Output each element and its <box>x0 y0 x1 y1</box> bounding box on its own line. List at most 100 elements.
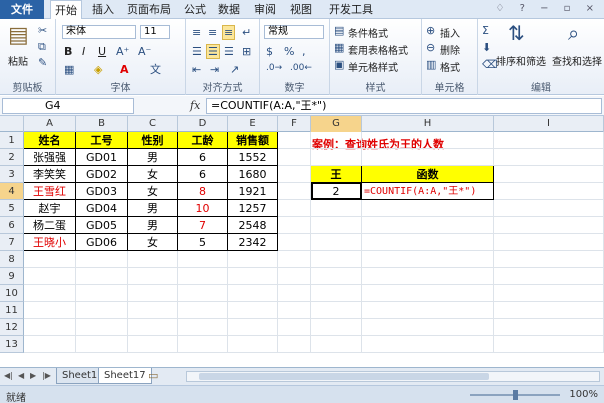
cell-styles-icon[interactable]: ▣ <box>334 59 344 70</box>
col-header-b[interactable]: B <box>76 116 128 132</box>
cell-f3[interactable] <box>278 166 311 183</box>
cell-i3[interactable] <box>494 166 604 183</box>
table-header-3[interactable]: 性别 <box>128 132 178 149</box>
tab-file[interactable]: 文件 <box>0 0 44 19</box>
border-icon[interactable]: ▦ <box>64 64 74 75</box>
cell-d10[interactable] <box>178 285 228 302</box>
cell-g1[interactable] <box>311 132 362 149</box>
row-header-12[interactable]: 12 <box>0 319 24 336</box>
comma-icon[interactable]: , <box>302 46 306 57</box>
cell-styles-button[interactable]: 单元格样式 <box>348 59 398 74</box>
cell-i8[interactable] <box>494 251 604 268</box>
cell-h5[interactable] <box>362 200 494 217</box>
font-shrink-icon[interactable]: A⁻ <box>138 46 151 57</box>
font-grow-icon[interactable]: A⁺ <box>116 46 129 57</box>
cell-h10[interactable] <box>362 285 494 302</box>
cell-f7[interactable] <box>278 234 311 251</box>
cell-h8[interactable] <box>362 251 494 268</box>
table-cell[interactable]: 赵宇 <box>24 200 76 217</box>
cell-i12[interactable] <box>494 319 604 336</box>
increase-indent-icon[interactable]: ⇥ <box>210 64 219 75</box>
cell-g11[interactable] <box>311 302 362 319</box>
orientation-icon[interactable]: ↗ <box>230 64 239 75</box>
cell-e9[interactable] <box>228 268 278 285</box>
cell-a10[interactable] <box>24 285 76 302</box>
decrease-indent-icon[interactable]: ⇤ <box>192 64 201 75</box>
cell-b12[interactable] <box>76 319 128 336</box>
cell-c11[interactable] <box>128 302 178 319</box>
prev-sheet-icon[interactable]: ◀ <box>18 371 24 380</box>
cell-g2[interactable] <box>311 149 362 166</box>
cell-h7[interactable] <box>362 234 494 251</box>
table-cell[interactable]: GD02 <box>76 166 128 183</box>
sort-filter-icon[interactable]: ⇅ <box>508 23 525 43</box>
cell-g8[interactable] <box>311 251 362 268</box>
cell-i4[interactable] <box>494 183 604 200</box>
formula-input[interactable]: =COUNTIF(A:A,"王*") <box>206 98 602 114</box>
table-cell[interactable]: 6 <box>178 149 228 166</box>
table-cell[interactable]: 10 <box>178 200 228 217</box>
col-header-h[interactable]: H <box>362 116 494 132</box>
delete-icon[interactable]: ⊖ <box>426 42 435 53</box>
cell-d9[interactable] <box>178 268 228 285</box>
cell-e11[interactable] <box>228 302 278 319</box>
cell-i11[interactable] <box>494 302 604 319</box>
conditional-format-icon[interactable]: ▤ <box>334 25 344 36</box>
col-header-g[interactable]: G <box>311 116 362 132</box>
sheet-tab-sheet17[interactable]: Sheet17 <box>98 368 152 384</box>
table-cell[interactable]: 1680 <box>228 166 278 183</box>
conditional-format-button[interactable]: 条件格式 <box>348 25 388 40</box>
table-cell[interactable]: 王雪红 <box>24 183 76 200</box>
decrease-decimal-icon[interactable]: .00← <box>290 64 312 73</box>
cell-g5[interactable] <box>311 200 362 217</box>
first-sheet-icon[interactable]: ◀| <box>4 371 13 380</box>
name-box[interactable]: G4 <box>2 98 134 114</box>
find-select-icon[interactable]: ⌕ <box>568 23 579 43</box>
cell-a11[interactable] <box>24 302 76 319</box>
table-cell[interactable]: GD01 <box>76 149 128 166</box>
table-cell[interactable]: 杨二蛋 <box>24 217 76 234</box>
table-cell[interactable]: 李笑笑 <box>24 166 76 183</box>
row-header-10[interactable]: 10 <box>0 285 24 302</box>
tab-page-layout[interactable]: 页面布局 <box>122 0 176 19</box>
cell-f5[interactable] <box>278 200 311 217</box>
cell-a12[interactable] <box>24 319 76 336</box>
fill-color-icon[interactable]: ◈ <box>94 64 102 75</box>
cell-h6[interactable] <box>362 217 494 234</box>
cell-c9[interactable] <box>128 268 178 285</box>
query-result-cell[interactable]: 2 <box>311 183 362 200</box>
row-header-6[interactable]: 6 <box>0 217 24 234</box>
worksheet-grid[interactable]: ABCDEFGHI 案例：查询姓氏为王的人数 1 2 3 4 5 6 7 8 9 10 11 12 13… <box>0 116 604 367</box>
cell-i7[interactable] <box>494 234 604 251</box>
format-table-icon[interactable]: ▦ <box>334 42 344 53</box>
copy-icon[interactable]: ⧉ <box>38 41 46 52</box>
cell-i6[interactable] <box>494 217 604 234</box>
col-header-e[interactable]: E <box>228 116 278 132</box>
cell-f11[interactable] <box>278 302 311 319</box>
delete-button[interactable]: 删除 <box>440 42 460 57</box>
tab-insert[interactable]: 插入 <box>88 0 118 19</box>
cell-f9[interactable] <box>278 268 311 285</box>
table-cell[interactable]: 王晓小 <box>24 234 76 251</box>
table-cell[interactable]: 1921 <box>228 183 278 200</box>
table-cell[interactable]: 2548 <box>228 217 278 234</box>
insert-icon[interactable]: ⊕ <box>426 25 435 36</box>
cell-b9[interactable] <box>76 268 128 285</box>
autosum-icon[interactable]: Σ <box>482 25 489 36</box>
cell-f8[interactable] <box>278 251 311 268</box>
cell-a13[interactable] <box>24 336 76 353</box>
table-cell[interactable]: GD04 <box>76 200 128 217</box>
paste-icon[interactable]: ▤ <box>8 25 29 47</box>
query-formula-cell[interactable]: =COUNTIF(A:A,"王*") <box>362 183 494 200</box>
align-right-icon[interactable]: ☰ <box>224 46 234 57</box>
phonetic-icon[interactable]: 文 <box>150 64 161 75</box>
cell-i13[interactable] <box>494 336 604 353</box>
tab-formulas[interactable]: 公式 <box>180 0 210 19</box>
tab-view[interactable]: 视图 <box>286 0 316 19</box>
cell-b11[interactable] <box>76 302 128 319</box>
font-color-icon[interactable]: A <box>120 64 129 75</box>
sort-filter-button[interactable]: 排序和筛选 <box>496 53 546 68</box>
table-cell[interactable]: 6 <box>178 166 228 183</box>
next-sheet-icon[interactable]: ▶ <box>30 371 36 380</box>
align-center-icon[interactable]: ☰ <box>206 44 220 59</box>
